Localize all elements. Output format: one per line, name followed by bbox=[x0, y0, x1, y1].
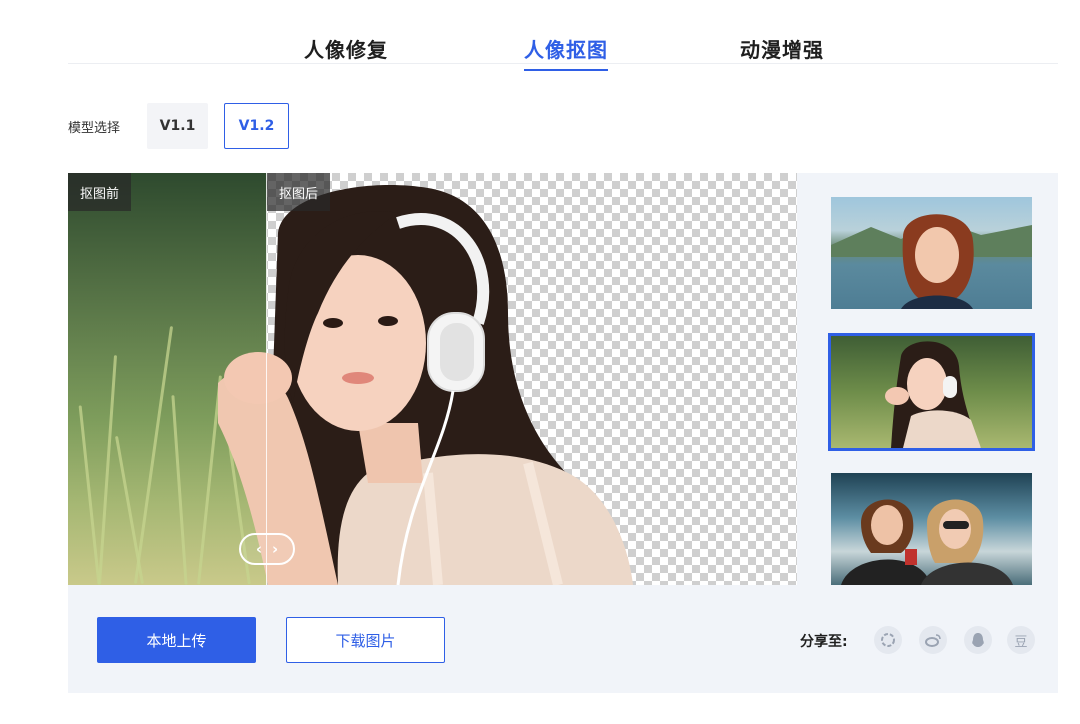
local-upload-button[interactable]: 本地上传 bbox=[97, 617, 256, 663]
compare-stage: 抠图前 抠图后 ‹ › bbox=[68, 173, 797, 585]
share-label: 分享至: bbox=[800, 634, 848, 650]
chevron-left-icon: ‹ bbox=[255, 540, 262, 558]
qq-icon[interactable] bbox=[964, 626, 992, 654]
sample-thumbnail-1[interactable] bbox=[831, 197, 1032, 309]
model-v1-2-button[interactable]: V1.2 bbox=[224, 103, 289, 149]
chevron-right-icon: › bbox=[272, 540, 279, 558]
model-select-label: 模型选择 bbox=[68, 121, 121, 136]
portrait-subject bbox=[218, 185, 633, 585]
sample-thumbnail-2[interactable] bbox=[828, 333, 1035, 451]
model-v1-1-button[interactable]: V1.1 bbox=[147, 103, 208, 149]
tab-portrait-cutout[interactable]: 人像抠图 bbox=[524, 34, 608, 71]
douban-icon[interactable]: 豆 bbox=[1007, 626, 1035, 654]
sample-thumbnail-3[interactable] bbox=[831, 473, 1032, 585]
tab-bar: 人像修复 人像抠图 动漫增强 bbox=[68, 0, 1058, 71]
weibo-icon[interactable] bbox=[919, 626, 947, 654]
tab-anime-enhance[interactable]: 动漫增强 bbox=[740, 34, 824, 63]
download-image-button[interactable]: 下载图片 bbox=[286, 617, 445, 663]
circle-share-icon[interactable] bbox=[874, 626, 902, 654]
compare-divider bbox=[266, 173, 267, 585]
after-tag: 抠图后 bbox=[267, 173, 331, 211]
before-tag: 抠图前 bbox=[68, 173, 132, 211]
compare-slider-handle[interactable]: ‹ › bbox=[239, 533, 295, 565]
tab-portrait-restore[interactable]: 人像修复 bbox=[304, 34, 388, 63]
workspace-panel: 抠图前 抠图后 ‹ › 本地上传 下载图片 分享至: 豆 bbox=[68, 173, 1058, 693]
